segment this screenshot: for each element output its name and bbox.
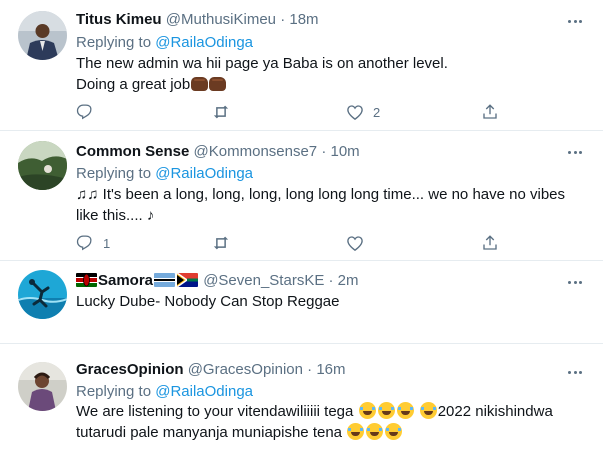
reply-button[interactable] <box>76 102 103 122</box>
heart-icon <box>347 236 363 252</box>
share-icon <box>483 104 497 119</box>
tweet-text-fragment: 2022 nikishindwa <box>437 403 553 420</box>
retweet-icon <box>213 236 229 250</box>
tweet-text-line: Lucky Dube- Nobody Can Stop Reggae <box>76 293 340 310</box>
tweet-text-fragment: We are listening to your vitendawiliiiii… <box>76 403 358 420</box>
share-icon <box>483 235 497 250</box>
tweet-header: Common Sense @Kommonsense7 · 10m <box>76 142 360 162</box>
separator-dot: · <box>328 272 334 289</box>
tweet-text: Lucky Dube- Nobody Can Stop Reggae <box>76 291 581 312</box>
south-africa-flag-icon <box>177 273 199 287</box>
tears-of-joy-icon <box>396 402 414 419</box>
retweet-icon <box>213 105 229 119</box>
tweet-header: Samora @Seven_StarsKE · 2m <box>76 271 359 291</box>
display-name[interactable]: Common Sense <box>76 143 189 160</box>
timestamp[interactable]: 10m <box>331 143 360 160</box>
like-button[interactable] <box>346 233 373 253</box>
like-count: 2 <box>373 104 381 120</box>
user-handle[interactable]: @Seven_StarsKE <box>203 272 324 289</box>
tweet-text-line: ♫♫ It's been a long, long, long, long lo… <box>76 186 566 203</box>
like-button[interactable]: 2 <box>346 102 380 122</box>
replying-to: Replying to @RailaOdinga <box>76 382 253 402</box>
tweet-header: Titus Kimeu @MuthusiKimeu · 18m <box>76 10 319 30</box>
timestamp[interactable]: 18m <box>289 11 318 28</box>
replying-to: Replying to @RailaOdinga <box>76 164 253 184</box>
kenya-flag-icon <box>76 273 97 287</box>
display-name[interactable]: Samora <box>98 272 153 289</box>
avatar[interactable] <box>18 141 67 190</box>
tweet-samora[interactable]: Samora @Seven_StarsKE · 2m Lucky Dube- N… <box>0 261 603 343</box>
timestamp[interactable]: 2m <box>338 272 359 289</box>
replying-to-label: Replying to <box>76 34 156 51</box>
user-handle[interactable]: @GracesOpinion <box>188 361 303 378</box>
timestamp[interactable]: 16m <box>316 361 345 378</box>
separator-dot: · <box>280 11 286 28</box>
heart-icon <box>347 105 363 121</box>
separator-dot: · <box>321 143 327 160</box>
tweet-actions: 1 <box>76 233 506 253</box>
tweet-graces-opinion[interactable]: GracesOpinion @GracesOpinion · 16m Reply… <box>0 344 603 453</box>
tweet-text: ♫♫ It's been a long, long, long, long lo… <box>76 184 581 226</box>
reply-icon <box>76 104 92 120</box>
replying-to-mention[interactable]: @RailaOdinga <box>155 165 253 182</box>
retweet-button[interactable] <box>212 102 239 122</box>
reply-button[interactable]: 1 <box>76 233 110 253</box>
tweet-text-line: The new admin wa hii page ya Baba is on … <box>76 55 448 72</box>
more-options-icon[interactable] <box>566 363 584 381</box>
tears-of-joy-icon <box>366 423 384 440</box>
replying-to-mention[interactable]: @RailaOdinga <box>155 383 253 400</box>
replying-to: Replying to @RailaOdinga <box>76 33 253 53</box>
avatar[interactable] <box>18 11 67 60</box>
reply-count: 1 <box>103 235 111 251</box>
tears-of-joy-icon <box>377 402 395 419</box>
avatar[interactable] <box>18 270 67 319</box>
user-handle[interactable]: @Kommonsense7 <box>194 143 318 160</box>
more-options-icon[interactable] <box>566 143 584 161</box>
tweet-text: The new admin wa hii page ya Baba is on … <box>76 53 581 95</box>
share-button[interactable] <box>481 102 499 122</box>
retweet-button[interactable] <box>212 233 239 253</box>
tears-of-joy-icon <box>385 423 403 440</box>
tweet-titus-kimeu[interactable]: Titus Kimeu @MuthusiKimeu · 18m Replying… <box>0 0 603 128</box>
user-handle[interactable]: @MuthusiKimeu <box>166 11 276 28</box>
tears-of-joy-icon <box>419 402 437 419</box>
replying-to-label: Replying to <box>76 383 156 400</box>
tears-of-joy-icon <box>358 402 376 419</box>
reply-icon <box>76 235 92 251</box>
separator-dot: · <box>307 361 313 378</box>
tears-of-joy-icon <box>347 423 365 440</box>
tweet-text-line: Doing a great job <box>76 74 581 95</box>
share-button[interactable] <box>481 233 499 253</box>
replying-to-mention[interactable]: @RailaOdinga <box>155 34 253 51</box>
oncoming-fist-icon <box>191 77 209 91</box>
botswana-flag-icon <box>154 273 176 287</box>
display-name[interactable]: Titus Kimeu <box>76 11 162 28</box>
oncoming-fist-icon <box>209 77 227 91</box>
tweet-text-line: like this.... ♪ <box>76 207 155 224</box>
tweet-text-line: We are listening to your vitendawiliiiii… <box>76 401 581 422</box>
more-options-icon[interactable] <box>566 12 584 30</box>
tweet-text-fragment: tutarudi pale manyanja muniapishe tena <box>76 424 347 441</box>
tweet-common-sense[interactable]: Common Sense @Kommonsense7 · 10m Replyin… <box>0 131 603 260</box>
tweet-text: We are listening to your vitendawiliiiii… <box>76 401 581 443</box>
more-options-icon[interactable] <box>566 273 584 291</box>
tweet-actions: 2 <box>76 102 506 122</box>
replying-to-label: Replying to <box>76 165 156 182</box>
display-name[interactable]: GracesOpinion <box>76 361 184 378</box>
tweet-text-fragment: Doing a great job <box>76 76 191 93</box>
tweet-header: GracesOpinion @GracesOpinion · 16m <box>76 360 346 380</box>
avatar[interactable] <box>18 362 67 411</box>
tweet-text-line: tutarudi pale manyanja muniapishe tena <box>76 422 581 443</box>
